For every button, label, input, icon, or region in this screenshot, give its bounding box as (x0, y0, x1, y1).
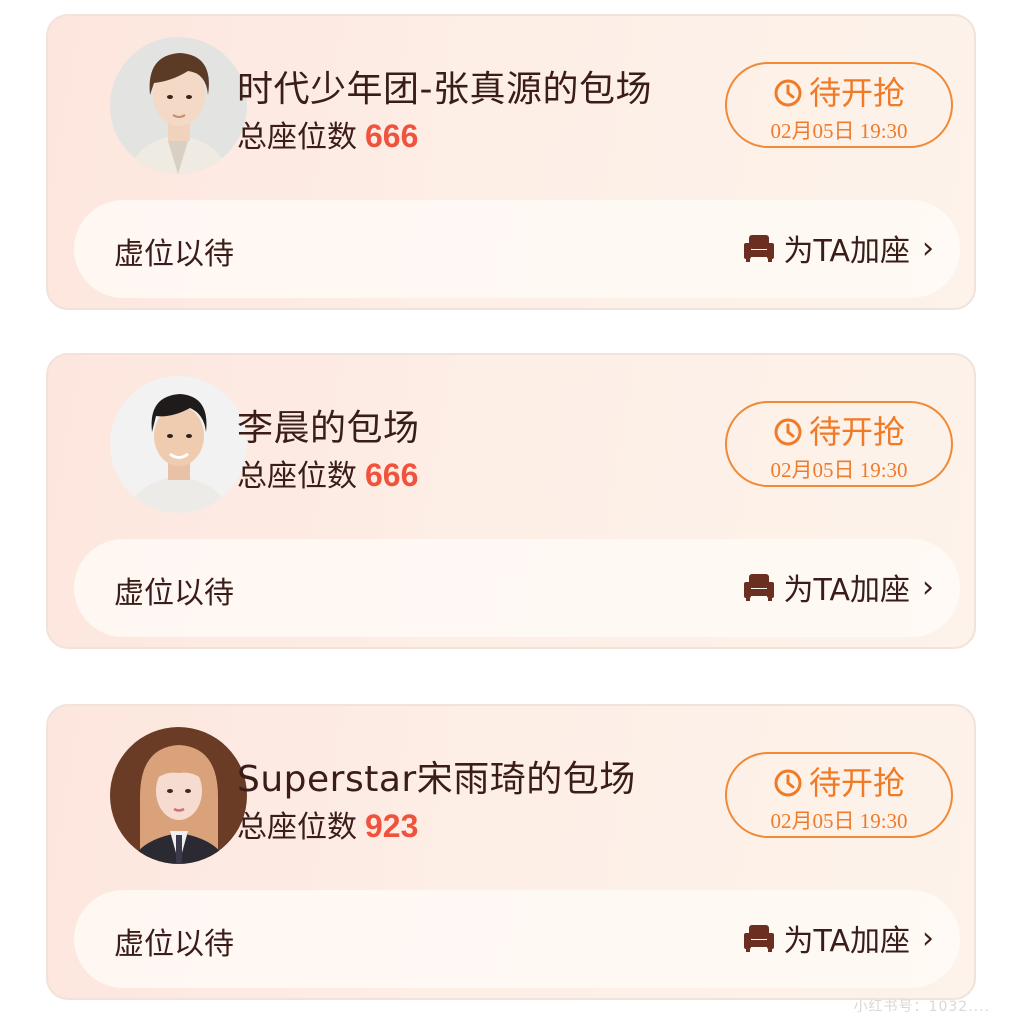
add-seat-button[interactable]: 为TA加座 › (733, 222, 960, 274)
status-label: 待开抢 (808, 74, 905, 112)
watermark: 小红书号：1032.... (853, 999, 990, 1015)
waiting-label: 虚位以待 (114, 576, 234, 611)
status-label: 待开抢 (808, 764, 905, 802)
avatar[interactable] (110, 727, 247, 864)
card-footer: 虚位以待 为TA加座 › (74, 539, 960, 637)
seat-count: 总座位数 666 (237, 112, 418, 156)
seat-count-label: 总座位数 (237, 459, 357, 494)
seat-count: 总座位数 923 (237, 802, 418, 846)
booking-card[interactable]: 时代少年团-张真源的包场 总座位数 666 待开抢 02月05日 19:30 虚位… (46, 14, 976, 310)
card-title: 李晨的包场 (237, 408, 420, 449)
status-button[interactable]: 待开抢 02月05日 19:30 (725, 62, 953, 148)
sofa-icon (744, 235, 775, 262)
seat-count-label: 总座位数 (237, 120, 357, 155)
avatar[interactable] (110, 37, 247, 174)
status-label: 待开抢 (808, 413, 905, 451)
avatar-man-icon (110, 376, 247, 513)
add-seat-label: 为TA加座 (783, 234, 910, 269)
booking-card[interactable]: 李晨的包场 总座位数 666 待开抢 02月05日 19:30 虚位以待 为TA加… (46, 353, 976, 649)
add-seat-label: 为TA加座 (783, 924, 910, 959)
add-seat-button[interactable]: 为TA加座 › (733, 912, 960, 964)
chevron-right-icon: › (922, 569, 934, 605)
card-title: Superstar宋雨琦的包场 (237, 759, 636, 800)
status-time: 02月05日 19:30 (770, 458, 908, 482)
waiting-label: 虚位以待 (114, 927, 234, 962)
status-time: 02月05日 19:30 (770, 809, 908, 833)
sofa-icon (744, 574, 775, 601)
avatar-boy-icon (110, 37, 247, 174)
card-footer: 虚位以待 为TA加座 › (74, 200, 960, 298)
clock-icon (774, 769, 802, 797)
avatar[interactable] (110, 376, 247, 513)
sofa-icon (744, 925, 775, 952)
seat-count-value: 923 (365, 808, 419, 844)
waiting-label: 虚位以待 (114, 237, 234, 272)
add-seat-button[interactable]: 为TA加座 › (733, 561, 960, 613)
seat-count: 总座位数 666 (237, 451, 418, 495)
booking-card[interactable]: Superstar宋雨琦的包场 总座位数 923 待开抢 02月05日 19:30… (46, 704, 976, 1000)
chevron-right-icon: › (922, 230, 934, 266)
clock-icon (774, 418, 802, 446)
seat-count-value: 666 (365, 118, 419, 154)
seat-count-label: 总座位数 (237, 810, 357, 845)
avatar-girl-icon (110, 727, 247, 864)
status-button[interactable]: 待开抢 02月05日 19:30 (725, 752, 953, 838)
status-time: 02月05日 19:30 (770, 119, 908, 143)
clock-icon (774, 79, 802, 107)
seat-count-value: 666 (365, 457, 419, 493)
add-seat-label: 为TA加座 (783, 573, 910, 608)
status-button[interactable]: 待开抢 02月05日 19:30 (725, 401, 953, 487)
chevron-right-icon: › (922, 920, 934, 956)
card-title: 时代少年团-张真源的包场 (237, 69, 652, 110)
card-footer: 虚位以待 为TA加座 › (74, 890, 960, 988)
